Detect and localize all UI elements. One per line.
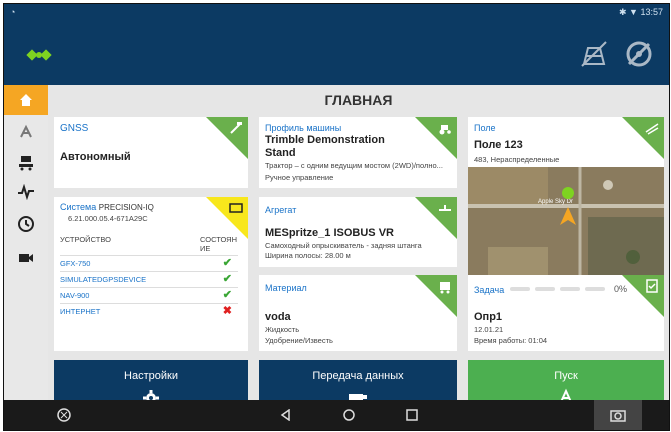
task-progress: 0% — [614, 284, 628, 294]
display-icon — [229, 203, 243, 213]
task-card[interactable]: Задача 0% Опр1 12.01.21 Время работы: 01… — [468, 275, 664, 351]
map-road-label: Apple Sky Dr — [538, 199, 573, 205]
implement-icon — [439, 205, 451, 211]
sidebar-item-diagnostics[interactable] — [4, 177, 48, 207]
no-steering-icon[interactable] — [621, 36, 657, 72]
column-device: УСТРОЙСТВО — [60, 235, 111, 244]
machine-label: Профиль машины — [265, 123, 342, 133]
material-label: Материал — [265, 283, 307, 293]
material-type: Жидкость — [265, 325, 300, 334]
system-card[interactable]: Система PRECISION-IQ 6.21.000.05.4-671A2… — [54, 197, 248, 351]
status-ok-icon: ✔ — [222, 257, 232, 269]
system-model: PRECISION-IQ — [98, 203, 154, 212]
implement-label: Агрегат — [265, 205, 297, 215]
app-bar — [4, 22, 669, 85]
device-name: SIMULATEDGPSDEVICE — [60, 275, 147, 284]
status-ok-icon: ✔ — [222, 289, 232, 301]
guidance-icon — [20, 124, 32, 138]
task-progress-bar — [510, 287, 605, 291]
task-label: Задача — [474, 285, 505, 295]
implement-name: MESpritze_1 ISOBUS VR — [265, 227, 394, 239]
pulse-icon — [18, 184, 34, 200]
device-name: NAV-900 — [60, 291, 90, 300]
material-category: Удобрение/Известь — [265, 336, 333, 345]
material-name: voda — [265, 311, 291, 323]
machine-name-line1: Trimble Demonstration — [265, 134, 385, 146]
gnss-value: Автономный — [60, 151, 131, 163]
sidebar-item-timer[interactable] — [4, 209, 48, 239]
recents-icon[interactable] — [400, 400, 424, 430]
field-desc: 483, Нераспределенные — [474, 155, 560, 164]
status-indicators: ✱ ▼ — [619, 7, 638, 17]
column-state-line2: ИЕ — [200, 244, 211, 253]
column-state-line1: СОСТОЯН — [200, 235, 237, 244]
page-title: ГЛАВНАЯ — [324, 92, 393, 108]
home-icon — [20, 94, 32, 106]
sidebar-item-camera[interactable] — [4, 243, 48, 273]
camera-icon — [19, 254, 33, 262]
field-card[interactable]: Поле Поле 123 483, Нераспределенные Appl… — [468, 117, 664, 297]
device-name: GFX-750 — [60, 259, 91, 268]
field-label: Поле — [474, 123, 496, 133]
implement-card[interactable]: Агрегат MESpritze_1 ISOBUS VR Самоходный… — [259, 197, 457, 267]
android-nav-bar — [4, 400, 669, 430]
run-label: Пуск — [554, 370, 578, 382]
system-status-bar: ◔ ✱ ▼ 13:57 — [4, 4, 669, 22]
device-name: ИНТЕРНЕТ — [60, 307, 101, 316]
camera-icon — [610, 410, 626, 422]
tank-icon — [440, 282, 450, 294]
back-icon[interactable] — [274, 400, 298, 430]
task-date: 12.01.21 — [474, 325, 504, 334]
implement-desc: Самоходный опрыскиватель - задняя штанга — [265, 241, 422, 250]
machine-profile-card[interactable]: Профиль машины Trimble Demonstration Sta… — [259, 117, 457, 188]
system-label: Система — [60, 202, 97, 212]
field-icon[interactable] — [576, 36, 612, 72]
machine-name-line2: Stand — [265, 147, 296, 159]
notification-icon: ◔ — [10, 7, 16, 17]
gnss-card[interactable]: GNSS Автономный — [54, 117, 248, 188]
home-nav-icon[interactable] — [337, 400, 361, 430]
status-ok-icon: ✔ — [222, 273, 232, 285]
tractor-icon — [439, 125, 451, 135]
field-lines-icon — [645, 123, 659, 135]
sidebar-item-implement[interactable] — [4, 147, 48, 177]
main-area: ГЛАВНАЯ GNSS Автономный Профиль машины T… — [48, 85, 669, 417]
screenshot-button[interactable] — [594, 400, 642, 430]
machine-steering: Ручное управление — [265, 173, 334, 182]
gnss-label: GNSS — [60, 123, 89, 134]
implement-width: Ширина полосы: 28.00 м — [265, 251, 351, 260]
timer-icon — [18, 216, 34, 232]
transfer-label: Передача данных — [312, 370, 404, 382]
status-error-icon: ✖ — [222, 305, 232, 317]
material-card[interactable]: Материал voda Жидкость Удобрение/Известь — [259, 275, 457, 351]
app-switch-icon[interactable] — [52, 400, 76, 430]
field-name: Поле 123 — [474, 139, 523, 151]
machine-desc: Трактор – с одним ведущим мостом (2WD)/п… — [265, 161, 443, 170]
task-worktime: Время работы: 01:04 — [474, 336, 548, 345]
implement-icon — [19, 156, 33, 171]
sidebar-item-guidance[interactable] — [4, 117, 48, 147]
sidebar-item-home[interactable] — [4, 85, 48, 115]
satellite-icon — [230, 122, 242, 134]
clipboard-check-icon — [646, 279, 658, 293]
settings-label: Настройки — [124, 370, 178, 382]
clock: 13:57 — [640, 7, 663, 17]
system-version: 6.21.000.05.4-671A29C — [68, 214, 148, 223]
task-name: Опр1 — [474, 311, 503, 323]
satellite-icon — [26, 49, 52, 61]
sidebar — [4, 85, 48, 400]
app-window: ◔ ✱ ▼ 13:57 ГЛАВНАЯ GNSS Автономный Проф… — [3, 3, 670, 431]
